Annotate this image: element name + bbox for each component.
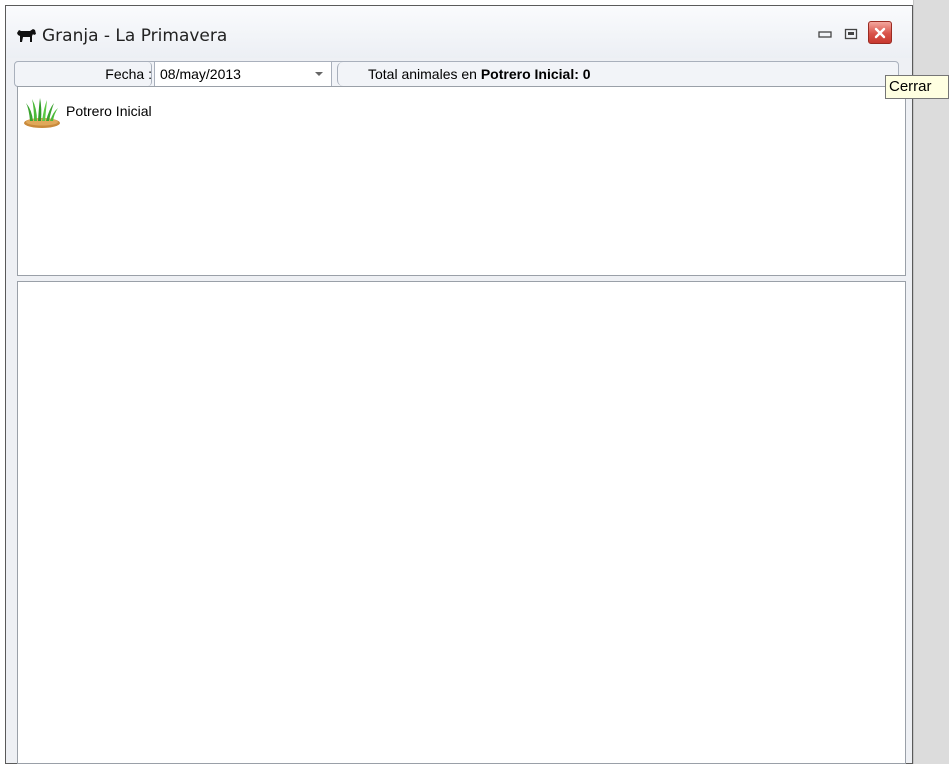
toolbar: Fecha : 08/may/2013 Total animales en Po… xyxy=(14,61,899,87)
tree-item-label[interactable]: Potrero Inicial xyxy=(66,103,152,119)
total-prefix: Total animales en xyxy=(368,66,481,82)
title-bar[interactable]: Granja - La Primavera xyxy=(6,6,912,58)
close-tooltip: Cerrar xyxy=(885,75,949,99)
total-animals-text: Total animales en Potrero Inicial: 0 xyxy=(368,66,591,82)
close-button[interactable] xyxy=(868,21,892,44)
date-picker[interactable]: 08/may/2013 xyxy=(154,62,332,86)
close-icon xyxy=(874,27,886,38)
grass-icon xyxy=(24,98,60,128)
cow-icon xyxy=(17,29,36,42)
minimize-button[interactable] xyxy=(814,24,836,44)
window-title: Granja - La Primavera xyxy=(42,26,228,46)
main-window: Granja - La Primavera Fecha : 08/may/201… xyxy=(5,5,913,764)
minimize-icon xyxy=(818,31,832,38)
restore-icon xyxy=(844,28,858,40)
restore-button[interactable] xyxy=(840,24,862,44)
background-strip xyxy=(913,0,949,764)
total-value: Potrero Inicial: 0 xyxy=(480,66,591,82)
paddock-tree: Potrero Inicial xyxy=(17,86,906,276)
chevron-down-icon[interactable] xyxy=(315,72,323,76)
date-value[interactable]: 08/may/2013 xyxy=(160,66,241,82)
tree-item-potrero-inicial[interactable]: Potrero Inicial xyxy=(22,97,152,129)
total-animals-box: Total animales en Potrero Inicial: 0 xyxy=(337,62,899,86)
animals-list-panel[interactable] xyxy=(17,281,906,764)
fecha-label: Fecha : xyxy=(105,66,152,82)
